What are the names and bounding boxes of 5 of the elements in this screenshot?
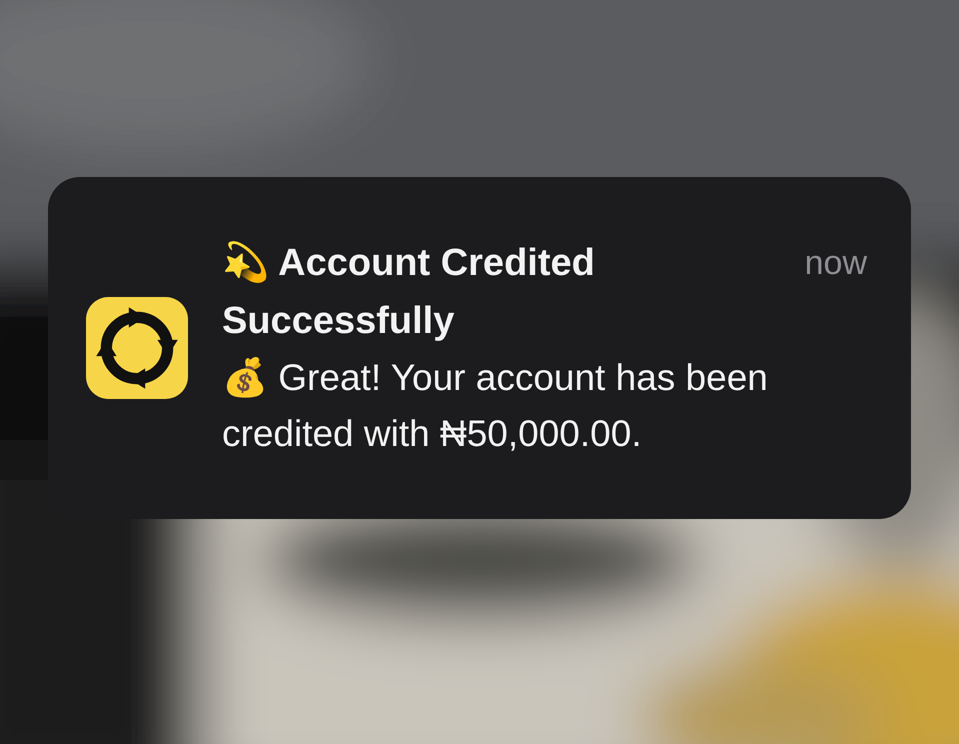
app-icon [86, 297, 188, 399]
timestamp: now [804, 243, 867, 284]
notification-card[interactable]: 💫 Account Credited Successfully now 💰 Great! Your account has been credited with ₦50,000.00. [48, 177, 911, 519]
notification-title: 💫 Account Credited Successfully [222, 240, 596, 344]
notification-message: 💰 Great! Your account has been credited with ₦50,000.00. [222, 356, 769, 456]
